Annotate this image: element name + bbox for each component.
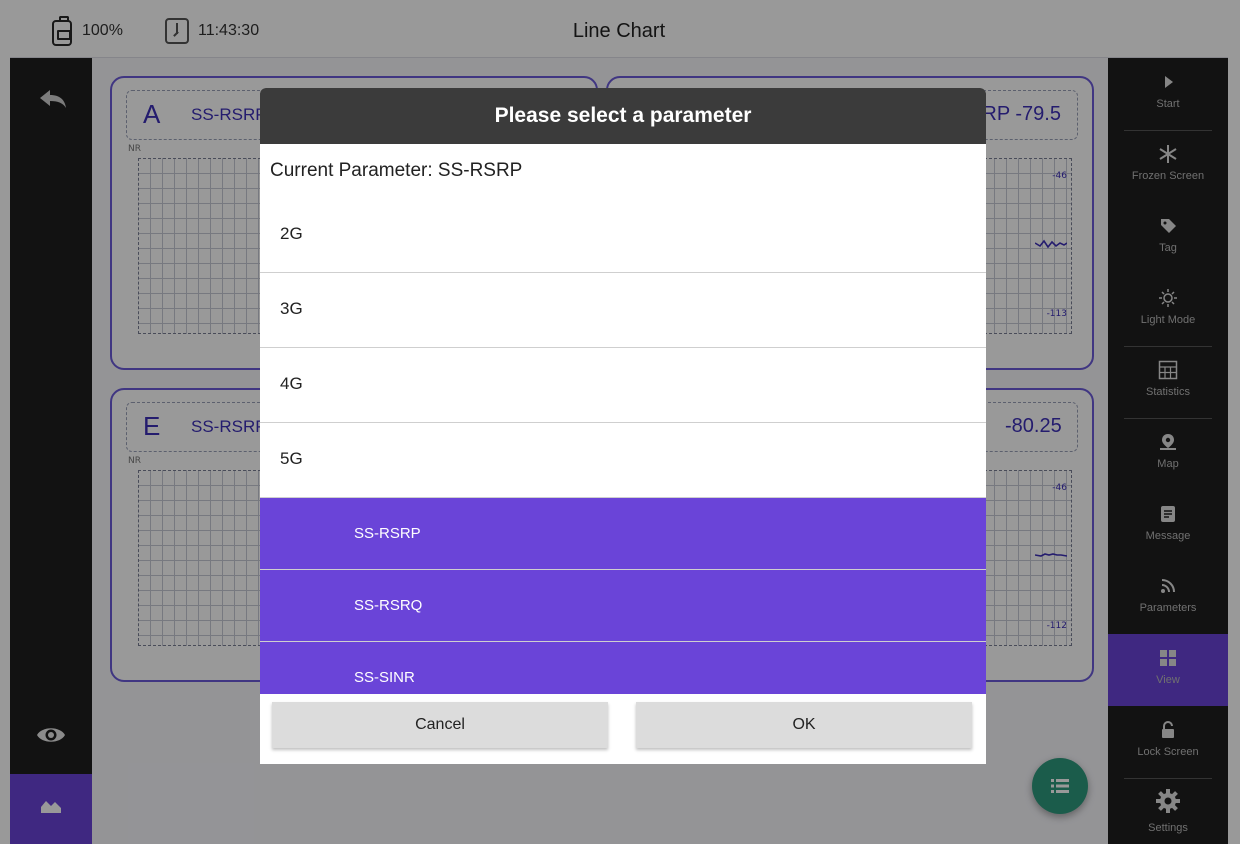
parameter-select-dialog: Please select a parameter Current Parame…	[260, 88, 986, 764]
ok-button[interactable]: OK	[636, 702, 972, 748]
option-label: SS-SINR	[354, 669, 415, 686]
option-label: SS-RSRQ	[354, 597, 423, 614]
option-4g[interactable]: 4G	[260, 348, 986, 423]
option-ss-rsrp[interactable]: SS-RSRP	[260, 498, 986, 570]
option-2g[interactable]: 2G	[260, 198, 986, 273]
option-3g[interactable]: 3G	[260, 273, 986, 348]
dialog-title: Please select a parameter	[260, 88, 986, 144]
option-label: 2G	[280, 224, 303, 243]
current-parameter-text: Current Parameter: SS-RSRP	[270, 160, 523, 181]
dialog-footer: Cancel OK	[260, 694, 986, 764]
option-label: SS-RSRP	[354, 525, 421, 542]
option-ss-rsrq[interactable]: SS-RSRQ	[260, 570, 986, 642]
option-label: 5G	[280, 449, 303, 468]
option-5g[interactable]: 5G	[260, 423, 986, 498]
option-label: 3G	[280, 299, 303, 318]
option-label: 4G	[280, 374, 303, 393]
cancel-button[interactable]: Cancel	[272, 702, 608, 748]
